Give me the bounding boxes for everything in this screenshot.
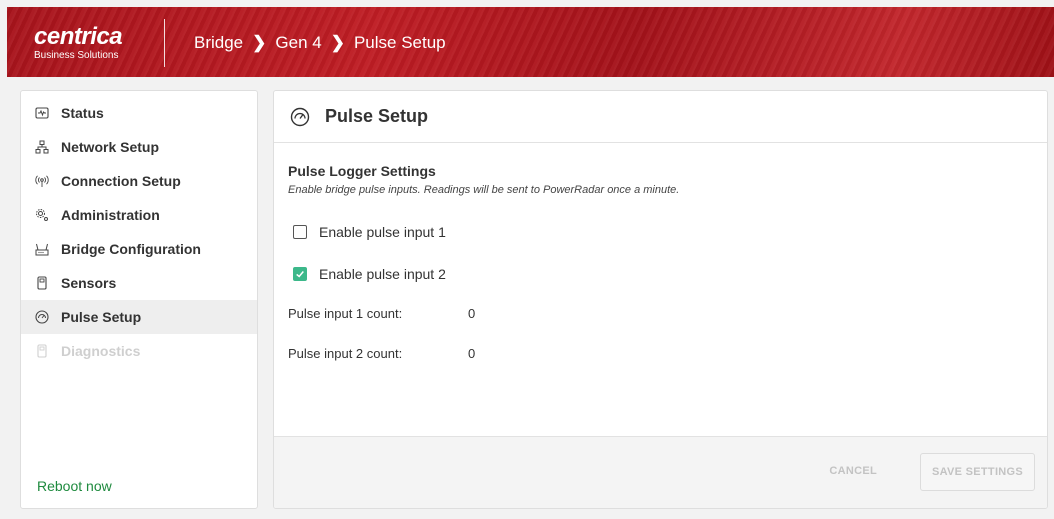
logo-subtitle: Business Solutions [34, 50, 119, 61]
pulse-input-1-count-row: Pulse input 1 count: 0 [288, 306, 1047, 321]
sensor-icon [35, 344, 49, 358]
enable-pulse-input-1-checkbox[interactable] [293, 225, 307, 239]
pulse-setup-panel: Pulse Setup Pulse Logger Settings Enable… [273, 90, 1048, 509]
sidebar-item-label: Diagnostics [61, 343, 141, 359]
sidebar-item-label: Bridge Configuration [61, 241, 201, 257]
section-description: Enable bridge pulse inputs. Readings wil… [288, 184, 680, 196]
sensor-icon [35, 276, 49, 290]
logo-brand: centrica [34, 23, 123, 50]
network-icon [35, 140, 49, 154]
pulse-logger-settings: Pulse Logger Settings Enable bridge puls… [274, 143, 1047, 361]
chevron-right-icon: ❯ [330, 33, 345, 52]
sidebar-item-bridge-configuration[interactable]: Bridge Configuration [21, 232, 257, 266]
sidebar-item-label: Pulse Setup [61, 309, 142, 325]
count-label: Pulse input 2 count: [288, 346, 403, 361]
wireless-icon [35, 174, 49, 188]
sidebar-item-label: Status [61, 105, 104, 121]
status-icon [35, 106, 49, 120]
sidebar-item-network-setup[interactable]: Network Setup [21, 130, 257, 164]
breadcrumb-current: Pulse Setup [353, 33, 446, 52]
checkbox-label: Enable pulse input 2 [319, 266, 446, 282]
enable-pulse-input-2-checkbox[interactable] [293, 267, 307, 281]
sidebar-item-diagnostics: Diagnostics [21, 334, 257, 368]
section-title: Pulse Logger Settings [288, 163, 436, 179]
count-value: 0 [468, 306, 476, 321]
sidebar: Status Network Setup Connection Setup Ad… [20, 90, 258, 509]
panel-header: Pulse Setup [274, 91, 1047, 143]
sidebar-item-administration[interactable]: Administration [21, 198, 257, 232]
sidebar-item-label: Network Setup [61, 139, 160, 155]
chevron-right-icon: ❯ [252, 33, 267, 52]
count-label: Pulse input 1 count: [288, 306, 403, 321]
reboot-now-link[interactable]: Reboot now [37, 478, 112, 494]
header-divider [164, 19, 165, 67]
gauge-icon [290, 107, 310, 127]
cancel-button[interactable]: CANCEL [829, 465, 877, 477]
panel-footer: CANCEL SAVE SETTINGS [274, 436, 1047, 508]
sidebar-item-label: Connection Setup [61, 173, 181, 189]
breadcrumb-bridge[interactable]: Bridge [194, 33, 243, 53]
sidebar-item-label: Administration [61, 207, 160, 223]
sidebar-item-status[interactable]: Status [21, 96, 257, 130]
gears-icon [35, 208, 49, 222]
sidebar-item-connection-setup[interactable]: Connection Setup [21, 164, 257, 198]
breadcrumb-gen4[interactable]: Gen 4 [275, 33, 321, 53]
enable-pulse-input-1-row[interactable]: Enable pulse input 1 [288, 224, 1047, 240]
count-value: 0 [468, 346, 476, 361]
sidebar-item-pulse-setup[interactable]: Pulse Setup [21, 300, 257, 334]
breadcrumb: Bridge ❯ Gen 4 ❯ Pulse Setup [194, 33, 446, 53]
gauge-icon [35, 310, 49, 324]
sidebar-item-sensors[interactable]: Sensors [21, 266, 257, 300]
router-icon [35, 242, 49, 256]
enable-pulse-input-2-row[interactable]: Enable pulse input 2 [288, 266, 1047, 282]
save-settings-button[interactable]: SAVE SETTINGS [920, 453, 1035, 491]
sidebar-item-label: Sensors [61, 275, 117, 291]
pulse-input-2-count-row: Pulse input 2 count: 0 [288, 346, 1047, 361]
checkbox-label: Enable pulse input 1 [319, 224, 446, 240]
app-header: centrica Business Solutions Bridge ❯ Gen… [7, 7, 1054, 77]
page-title: Pulse Setup [325, 106, 429, 126]
centrica-logo[interactable]: centrica Business Solutions [34, 23, 123, 62]
